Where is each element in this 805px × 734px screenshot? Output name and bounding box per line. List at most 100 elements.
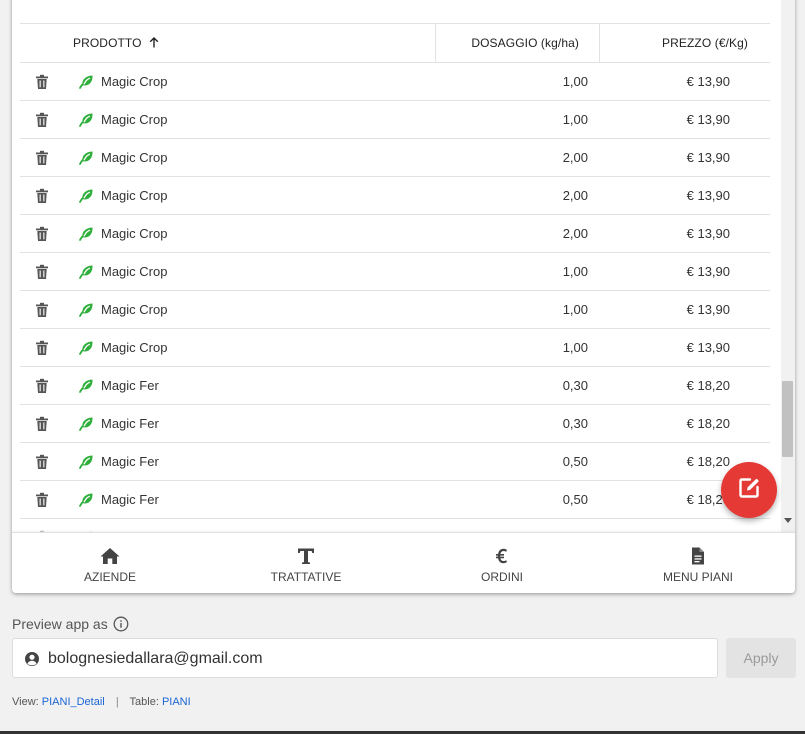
app-preview-frame: PRODOTTO DOSAGGIO (kg/ha) PREZZO (€/Kg) … (12, 0, 795, 593)
nav-label: MENU PIANI (662, 570, 733, 584)
trash-icon[interactable] (35, 492, 49, 508)
table-link[interactable]: PIANI (162, 696, 191, 708)
account-circle-icon (24, 651, 40, 672)
bottom-navigation: AZIENDE TRATTATIVE ORDINI MENU PIANI (12, 532, 795, 593)
separator: | (115, 696, 119, 708)
table-row[interactable]: Magic Fer 0,30 € 18,20 (20, 367, 770, 405)
table-row[interactable]: Magic Crop 1,00 € 13,90 (20, 291, 770, 329)
text-t-icon (298, 548, 314, 564)
dosage-value: 1,00 (562, 302, 588, 317)
price-value: € 13,90 (686, 226, 730, 241)
leaf-icon (78, 378, 94, 394)
table-row[interactable]: Magic Crop 2,00 € 13,90 (20, 139, 770, 177)
home-icon (100, 548, 120, 564)
table-header: PRODOTTO DOSAGGIO (kg/ha) PREZZO (€/Kg) (20, 23, 770, 63)
product-name: Magic Crop (101, 226, 168, 241)
dosage-value: 0,50 (562, 454, 588, 469)
dosage-value: 1,00 (562, 340, 588, 355)
product-name: Magic Crop (101, 150, 168, 165)
products-table: PRODOTTO DOSAGGIO (kg/ha) PREZZO (€/Kg) … (12, 0, 795, 532)
leaf-icon (78, 492, 94, 508)
table-row[interactable]: Magic Fer 0,50 € 18,20 (20, 443, 770, 481)
euro-icon (496, 548, 507, 564)
column-header-prezzo[interactable]: PREZZO (€/Kg) (599, 24, 770, 62)
trash-icon[interactable] (35, 416, 49, 432)
nav-label: TRATTATIVE (270, 570, 342, 584)
product-name: Magic Crop (101, 112, 168, 127)
product-name: Magic Crop (101, 264, 168, 279)
dosage-value: 2,00 (562, 226, 588, 241)
price-value: € 18,20 (686, 416, 730, 431)
trash-icon[interactable] (35, 150, 49, 166)
view-label: View: (12, 696, 39, 708)
nav-item-ordini[interactable]: ORDINI (404, 533, 600, 593)
dosage-value: 0,50 (562, 492, 588, 507)
dosage-value: 1,00 (562, 264, 588, 279)
leaf-icon (78, 454, 94, 470)
dosage-value: 0,30 (562, 378, 588, 393)
leaf-icon (78, 226, 94, 242)
scrollbar-thumb[interactable] (782, 381, 793, 457)
table-row[interactable]: Magic Fer 0,50 € 18,20 (20, 481, 770, 519)
trash-icon[interactable] (35, 264, 49, 280)
column-header-dosaggio[interactable]: DOSAGGIO (kg/ha) (435, 24, 600, 62)
info-icon[interactable] (113, 616, 129, 632)
price-value: € 13,90 (686, 340, 730, 355)
price-value: € 13,90 (686, 150, 730, 165)
vertical-scrollbar[interactable] (781, 0, 795, 532)
scroll-down-arrow-icon[interactable] (784, 518, 792, 523)
product-name: Magic Crop (101, 340, 168, 355)
leaf-icon (78, 416, 94, 432)
trash-icon[interactable] (35, 112, 49, 128)
product-name: Magic Crop (101, 188, 168, 203)
leaf-icon (78, 74, 94, 90)
view-link[interactable]: PIANI_Detail (42, 696, 105, 708)
table-label: Table: (129, 696, 159, 708)
document-icon (692, 547, 704, 565)
leaf-icon (78, 340, 94, 356)
table-row[interactable]: Magic Crop 1,00 € 13,90 (20, 63, 770, 101)
table-row[interactable]: Magic Crop 2,00 € 13,90 (20, 215, 770, 253)
price-value: € 13,90 (686, 112, 730, 127)
table-row[interactable] (20, 519, 770, 532)
table-row[interactable]: Magic Crop 1,00 € 13,90 (20, 253, 770, 291)
product-name: Magic Crop (101, 74, 168, 89)
nav-item-trattative[interactable]: TRATTATIVE (208, 533, 404, 593)
leaf-icon (78, 112, 94, 128)
nav-item-menu-piani[interactable]: MENU PIANI (600, 533, 795, 593)
nav-label: AZIENDE (83, 570, 136, 584)
dosage-value: 2,00 (562, 188, 588, 203)
trash-icon[interactable] (35, 378, 49, 394)
price-value: € 13,90 (686, 74, 730, 89)
price-value: € 13,90 (686, 302, 730, 317)
trash-icon[interactable] (35, 74, 49, 90)
price-value: € 13,90 (686, 264, 730, 279)
trash-icon[interactable] (35, 188, 49, 204)
column-header-prodotto[interactable]: PRODOTTO (73, 24, 159, 62)
leaf-icon (78, 188, 94, 204)
apply-button[interactable]: Apply (726, 638, 796, 678)
table-row[interactable]: Magic Crop 2,00 € 13,90 (20, 177, 770, 215)
nav-item-aziende[interactable]: AZIENDE (12, 533, 208, 593)
table-row[interactable]: Magic Crop 1,00 € 13,90 (20, 101, 770, 139)
view-table-info: View: PIANI_Detail | Table: PIANI (12, 696, 191, 708)
table-row[interactable]: Magic Crop 1,00 € 13,90 (20, 329, 770, 367)
price-value: € 18,20 (686, 492, 730, 507)
nav-label: ORDINI (481, 570, 523, 584)
trash-icon[interactable] (35, 340, 49, 356)
preview-email-field[interactable]: bolognesiedallara@gmail.com (12, 638, 718, 678)
dosage-value: 1,00 (562, 112, 588, 127)
edit-fab-button[interactable] (721, 462, 777, 518)
trash-icon[interactable] (35, 302, 49, 318)
edit-icon (736, 475, 762, 506)
dosage-value: 2,00 (562, 150, 588, 165)
trash-icon[interactable] (35, 454, 49, 470)
preview-email-value: bolognesiedallara@gmail.com (48, 650, 263, 667)
product-name: Magic Fer (101, 492, 159, 507)
trash-icon[interactable] (35, 226, 49, 242)
leaf-icon (78, 302, 94, 318)
table-row[interactable]: Magic Fer 0,30 € 18,20 (20, 405, 770, 443)
product-name: Magic Fer (101, 454, 159, 469)
sort-ascending-icon (149, 25, 159, 63)
product-name: Magic Fer (101, 416, 159, 431)
